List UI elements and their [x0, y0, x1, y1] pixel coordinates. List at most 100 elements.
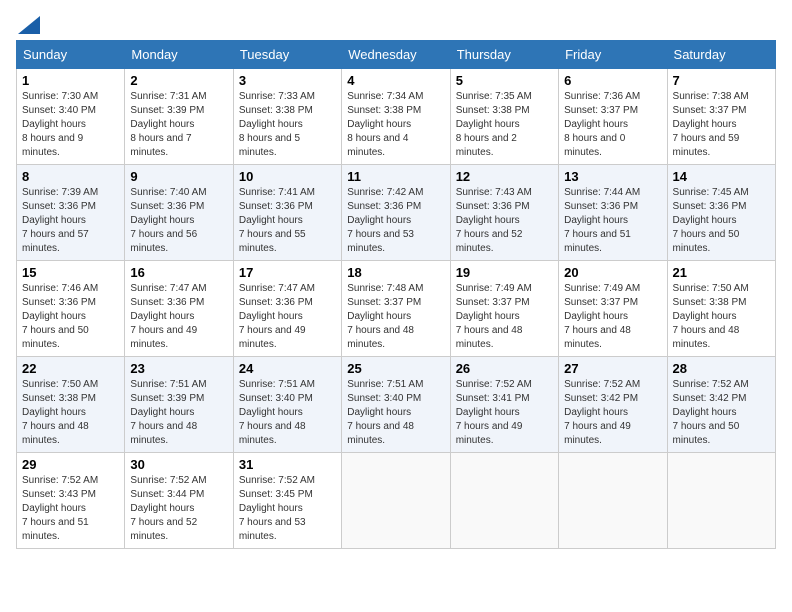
- calendar-cell: 19 Sunrise: 7:49 AM Sunset: 3:37 PM Dayl…: [450, 261, 558, 357]
- calendar-cell: 21 Sunrise: 7:50 AM Sunset: 3:38 PM Dayl…: [667, 261, 775, 357]
- calendar-cell: 23 Sunrise: 7:51 AM Sunset: 3:39 PM Dayl…: [125, 357, 233, 453]
- daylight-label: Daylight hours: [22, 215, 86, 226]
- sunrise-label: Sunrise: 7:43 AM: [456, 187, 532, 198]
- calendar-cell: 29 Sunrise: 7:52 AM Sunset: 3:43 PM Dayl…: [17, 453, 125, 549]
- header-tuesday: Tuesday: [233, 41, 341, 69]
- sunrise-label: Sunrise: 7:50 AM: [22, 379, 98, 390]
- sunset-label: Sunset: 3:36 PM: [239, 201, 313, 212]
- day-number: 2: [130, 73, 227, 88]
- sunrise-label: Sunrise: 7:38 AM: [673, 91, 749, 102]
- daylight-label: Daylight hours: [673, 119, 737, 130]
- sunrise-label: Sunrise: 7:50 AM: [673, 283, 749, 294]
- calendar-week-2: 8 Sunrise: 7:39 AM Sunset: 3:36 PM Dayli…: [17, 165, 776, 261]
- sunrise-label: Sunrise: 7:31 AM: [130, 91, 206, 102]
- sunset-label: Sunset: 3:39 PM: [130, 393, 204, 404]
- day-info: Sunrise: 7:45 AM Sunset: 3:36 PM Dayligh…: [673, 186, 770, 256]
- daylight-value: 7 hours and 57 minutes.: [22, 229, 89, 254]
- sunset-label: Sunset: 3:38 PM: [239, 105, 313, 116]
- calendar-cell: [667, 453, 775, 549]
- sunset-label: Sunset: 3:37 PM: [347, 297, 421, 308]
- daylight-value: 8 hours and 2 minutes.: [456, 133, 517, 158]
- calendar-cell: 11 Sunrise: 7:42 AM Sunset: 3:36 PM Dayl…: [342, 165, 450, 261]
- day-info: Sunrise: 7:51 AM Sunset: 3:40 PM Dayligh…: [347, 378, 444, 448]
- daylight-value: 7 hours and 52 minutes.: [456, 229, 523, 254]
- sunrise-label: Sunrise: 7:46 AM: [22, 283, 98, 294]
- sunrise-label: Sunrise: 7:34 AM: [347, 91, 423, 102]
- day-number: 17: [239, 265, 336, 280]
- day-number: 22: [22, 361, 119, 376]
- sunset-label: Sunset: 3:41 PM: [456, 393, 530, 404]
- day-number: 9: [130, 169, 227, 184]
- sunset-label: Sunset: 3:37 PM: [564, 105, 638, 116]
- day-number: 6: [564, 73, 661, 88]
- daylight-value: 7 hours and 49 minutes.: [456, 421, 523, 446]
- sunrise-label: Sunrise: 7:39 AM: [22, 187, 98, 198]
- day-info: Sunrise: 7:52 AM Sunset: 3:41 PM Dayligh…: [456, 378, 553, 448]
- sunrise-label: Sunrise: 7:40 AM: [130, 187, 206, 198]
- day-number: 4: [347, 73, 444, 88]
- sunset-label: Sunset: 3:36 PM: [22, 297, 96, 308]
- daylight-value: 8 hours and 0 minutes.: [564, 133, 625, 158]
- day-number: 7: [673, 73, 770, 88]
- sunset-label: Sunset: 3:36 PM: [673, 201, 747, 212]
- logo-triangle-icon: [18, 16, 40, 34]
- calendar-cell: 27 Sunrise: 7:52 AM Sunset: 3:42 PM Dayl…: [559, 357, 667, 453]
- daylight-label: Daylight hours: [673, 311, 737, 322]
- calendar-cell: 25 Sunrise: 7:51 AM Sunset: 3:40 PM Dayl…: [342, 357, 450, 453]
- daylight-label: Daylight hours: [564, 311, 628, 322]
- sunset-label: Sunset: 3:36 PM: [130, 201, 204, 212]
- day-info: Sunrise: 7:43 AM Sunset: 3:36 PM Dayligh…: [456, 186, 553, 256]
- daylight-value: 7 hours and 48 minutes.: [456, 325, 523, 350]
- daylight-label: Daylight hours: [22, 503, 86, 514]
- day-number: 27: [564, 361, 661, 376]
- day-number: 8: [22, 169, 119, 184]
- sunrise-label: Sunrise: 7:52 AM: [456, 379, 532, 390]
- sunset-label: Sunset: 3:39 PM: [130, 105, 204, 116]
- calendar-cell: 4 Sunrise: 7:34 AM Sunset: 3:38 PM Dayli…: [342, 69, 450, 165]
- daylight-value: 7 hours and 48 minutes.: [130, 421, 197, 446]
- day-number: 14: [673, 169, 770, 184]
- day-info: Sunrise: 7:44 AM Sunset: 3:36 PM Dayligh…: [564, 186, 661, 256]
- day-info: Sunrise: 7:39 AM Sunset: 3:36 PM Dayligh…: [22, 186, 119, 256]
- daylight-value: 7 hours and 55 minutes.: [239, 229, 306, 254]
- header-wednesday: Wednesday: [342, 41, 450, 69]
- sunrise-label: Sunrise: 7:51 AM: [347, 379, 423, 390]
- sunrise-label: Sunrise: 7:51 AM: [239, 379, 315, 390]
- calendar-cell: 3 Sunrise: 7:33 AM Sunset: 3:38 PM Dayli…: [233, 69, 341, 165]
- day-info: Sunrise: 7:38 AM Sunset: 3:37 PM Dayligh…: [673, 90, 770, 160]
- day-info: Sunrise: 7:42 AM Sunset: 3:36 PM Dayligh…: [347, 186, 444, 256]
- daylight-value: 7 hours and 56 minutes.: [130, 229, 197, 254]
- sunrise-label: Sunrise: 7:51 AM: [130, 379, 206, 390]
- calendar-cell: 28 Sunrise: 7:52 AM Sunset: 3:42 PM Dayl…: [667, 357, 775, 453]
- day-info: Sunrise: 7:50 AM Sunset: 3:38 PM Dayligh…: [673, 282, 770, 352]
- calendar-cell: 12 Sunrise: 7:43 AM Sunset: 3:36 PM Dayl…: [450, 165, 558, 261]
- daylight-value: 7 hours and 51 minutes.: [564, 229, 631, 254]
- sunrise-label: Sunrise: 7:52 AM: [130, 475, 206, 486]
- day-number: 19: [456, 265, 553, 280]
- daylight-label: Daylight hours: [347, 311, 411, 322]
- logo: [16, 16, 40, 32]
- day-number: 23: [130, 361, 227, 376]
- sunset-label: Sunset: 3:37 PM: [456, 297, 530, 308]
- daylight-value: 7 hours and 51 minutes.: [22, 517, 89, 542]
- day-info: Sunrise: 7:48 AM Sunset: 3:37 PM Dayligh…: [347, 282, 444, 352]
- sunrise-label: Sunrise: 7:52 AM: [239, 475, 315, 486]
- daylight-value: 7 hours and 48 minutes.: [22, 421, 89, 446]
- day-info: Sunrise: 7:49 AM Sunset: 3:37 PM Dayligh…: [564, 282, 661, 352]
- day-number: 21: [673, 265, 770, 280]
- day-info: Sunrise: 7:52 AM Sunset: 3:44 PM Dayligh…: [130, 474, 227, 544]
- calendar-cell: 5 Sunrise: 7:35 AM Sunset: 3:38 PM Dayli…: [450, 69, 558, 165]
- calendar-cell: 20 Sunrise: 7:49 AM Sunset: 3:37 PM Dayl…: [559, 261, 667, 357]
- header-saturday: Saturday: [667, 41, 775, 69]
- sunset-label: Sunset: 3:40 PM: [22, 105, 96, 116]
- calendar-week-1: 1 Sunrise: 7:30 AM Sunset: 3:40 PM Dayli…: [17, 69, 776, 165]
- daylight-label: Daylight hours: [456, 119, 520, 130]
- day-number: 28: [673, 361, 770, 376]
- daylight-value: 7 hours and 52 minutes.: [130, 517, 197, 542]
- sunrise-label: Sunrise: 7:44 AM: [564, 187, 640, 198]
- daylight-label: Daylight hours: [130, 215, 194, 226]
- calendar-week-4: 22 Sunrise: 7:50 AM Sunset: 3:38 PM Dayl…: [17, 357, 776, 453]
- sunset-label: Sunset: 3:43 PM: [22, 489, 96, 500]
- calendar-cell: 31 Sunrise: 7:52 AM Sunset: 3:45 PM Dayl…: [233, 453, 341, 549]
- sunrise-label: Sunrise: 7:41 AM: [239, 187, 315, 198]
